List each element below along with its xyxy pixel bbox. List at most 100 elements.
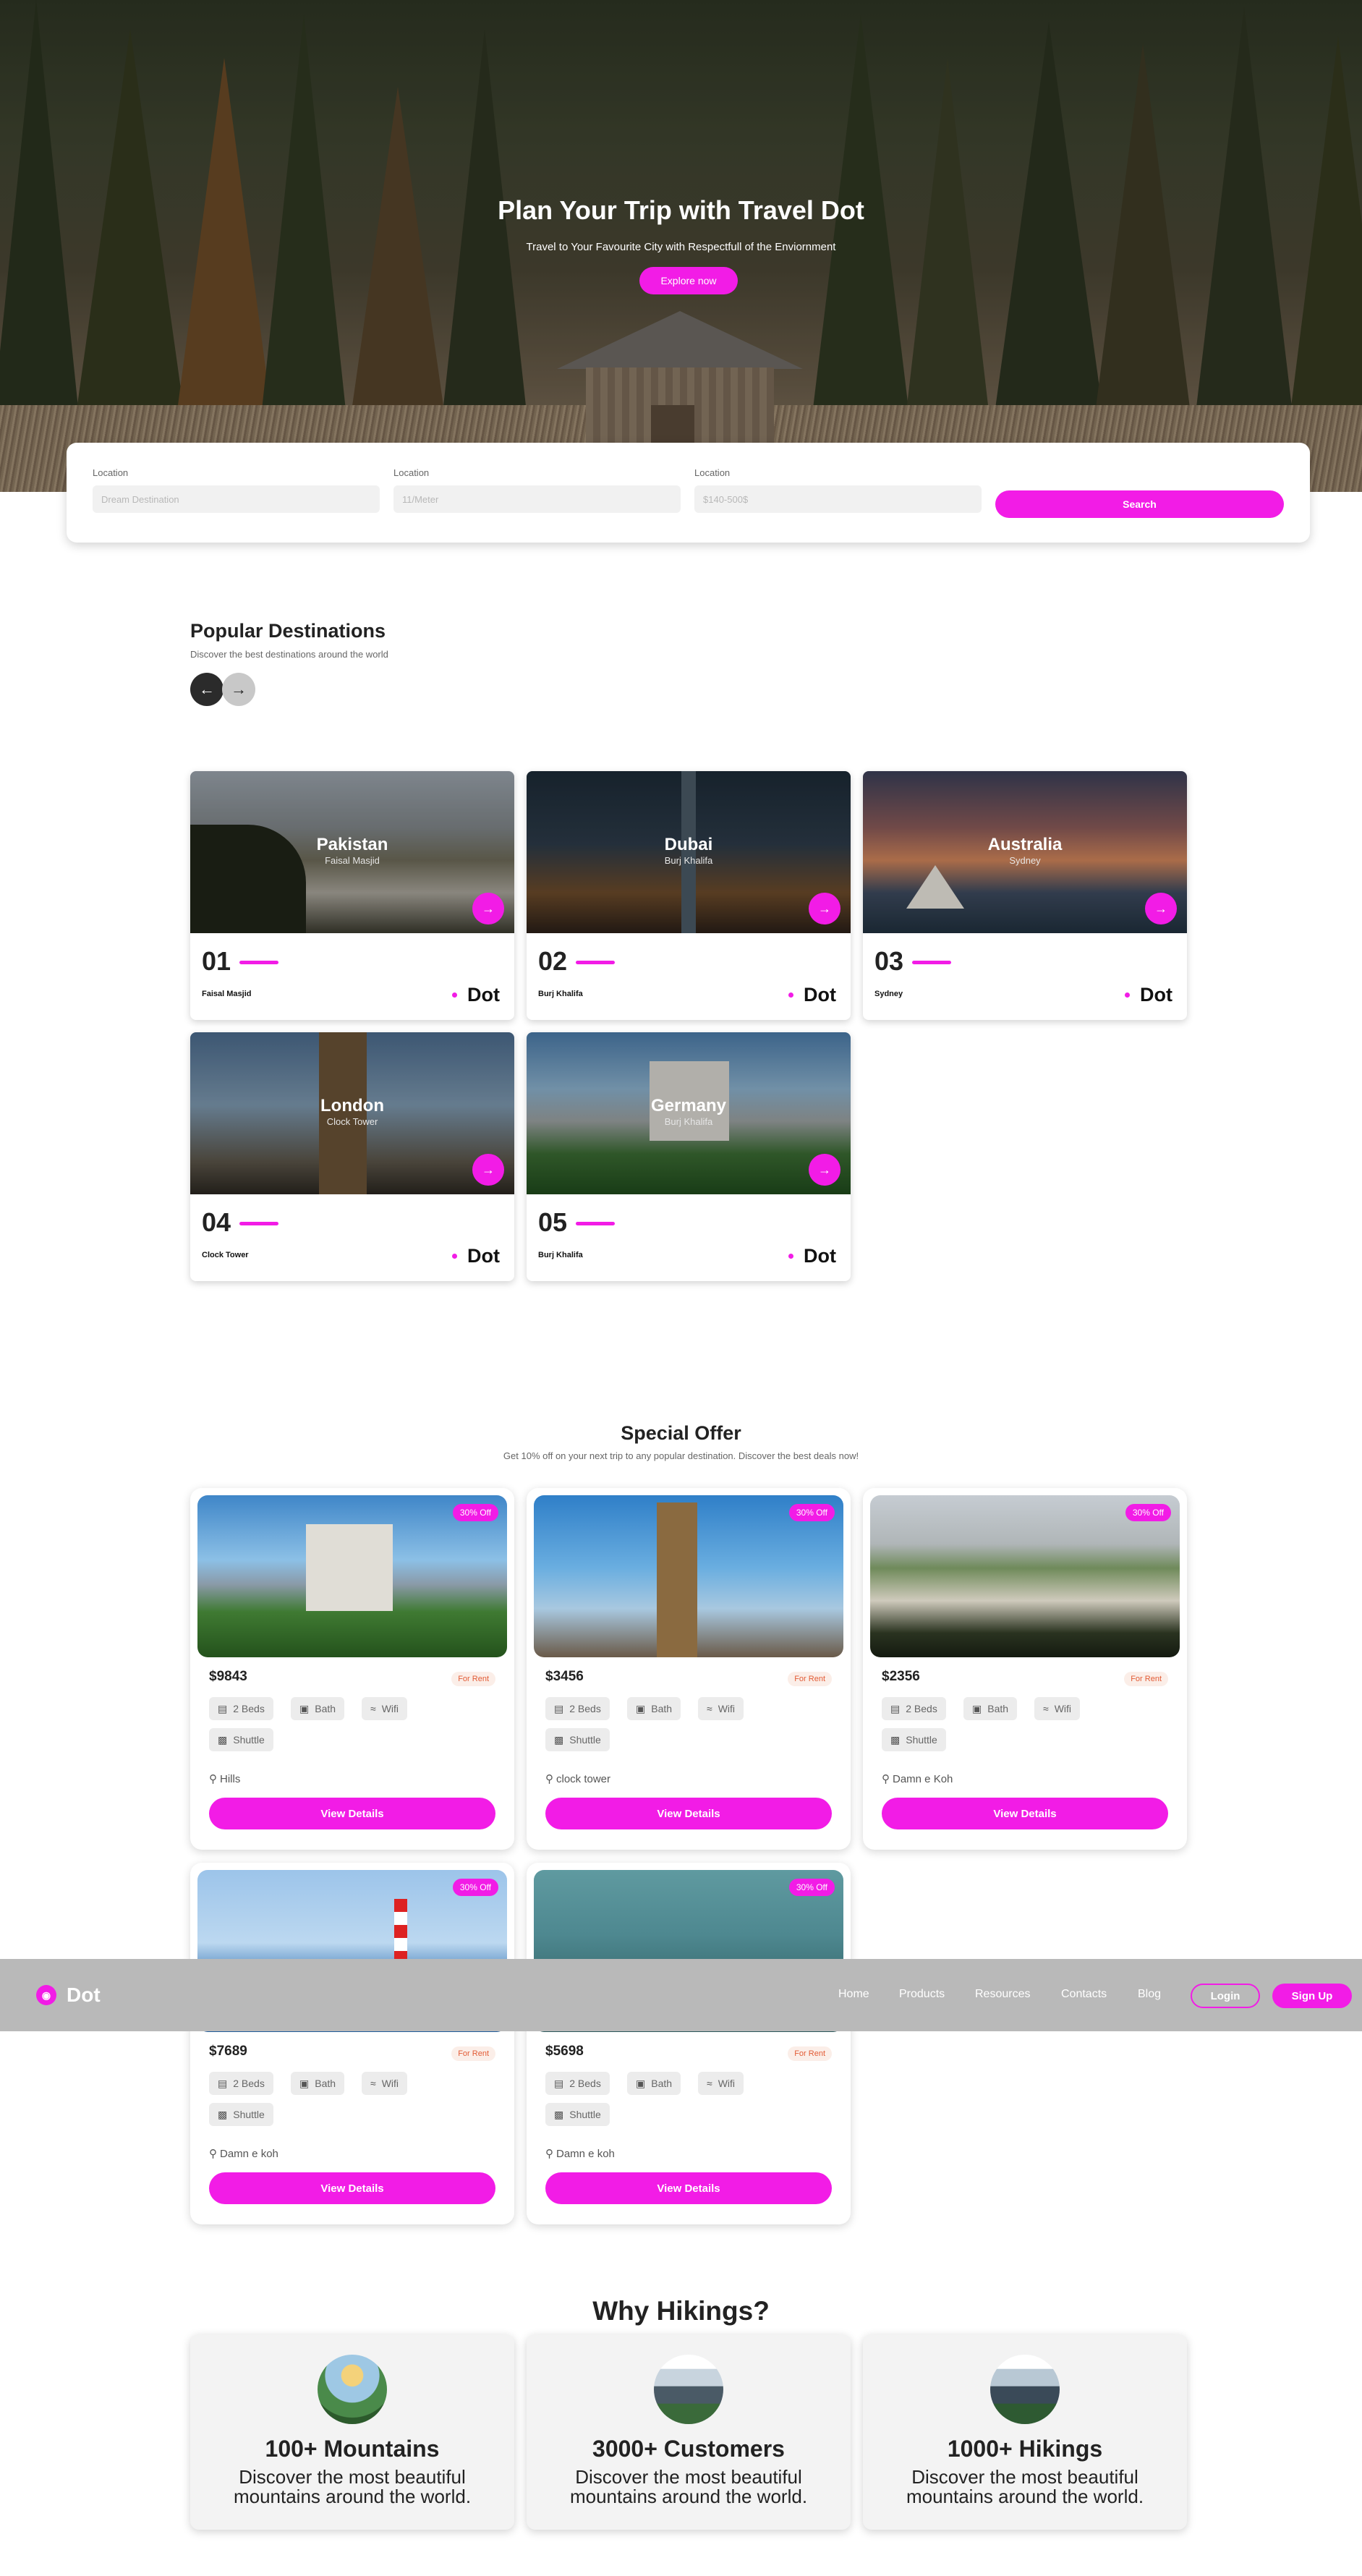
logo-text[interactable]: Dot <box>67 1984 101 2007</box>
explore-now-button[interactable]: Explore now <box>639 267 738 294</box>
offer-price: $7689 <box>209 2044 247 2059</box>
nav-link-resources[interactable]: Resources <box>975 1988 1030 2001</box>
location-label: clock tower <box>556 1772 611 1785</box>
view-details-button[interactable]: View Details <box>209 2172 495 2204</box>
offer-location: ⚲ Hills <box>209 1772 240 1786</box>
popular-destinations-subtitle: Discover the best destinations around th… <box>190 649 388 660</box>
accent-line <box>239 1222 278 1225</box>
view-details-button[interactable]: View Details <box>882 1798 1168 1829</box>
amenity-shuttle: ▩ Shuttle <box>882 1728 946 1751</box>
destination-name: Australia <box>987 835 1063 854</box>
destination-card[interactable]: Dubai Burj Khalifa → 02 Burj Khalifa Dot <box>527 771 851 1020</box>
wifi-icon: ≈ <box>707 1703 712 1714</box>
bus-icon: ▩ <box>554 1733 564 1746</box>
offer-location: ⚲ Damn e koh <box>545 2147 615 2161</box>
bus-icon: ▩ <box>554 2108 564 2120</box>
amenity-label: 2 Beds <box>233 2078 265 2089</box>
amenity-beds: ▤ 2 Beds <box>545 1697 610 1720</box>
location-pin-icon: ⚲ <box>545 2148 553 2160</box>
amenity-label: Wifi <box>718 1703 736 1714</box>
destination-card[interactable]: Germany Burj Khalifa → 05 Burj Khalifa D… <box>527 1032 851 1281</box>
amenity-label: Bath <box>315 2078 336 2089</box>
bed-icon: ▤ <box>218 1702 228 1714</box>
destination-brand: Dot <box>467 984 500 1006</box>
amenity-label: Bath <box>315 1703 336 1714</box>
offer-location: ⚲ clock tower <box>545 1772 611 1786</box>
amenity-bath: ▣ Bath <box>963 1697 1018 1720</box>
nav-link-blog[interactable]: Blog <box>1138 1988 1161 2001</box>
destination-brand: Dot <box>467 1245 500 1267</box>
open-destination-button[interactable]: → <box>809 1154 840 1186</box>
offer-image: 30% Off <box>534 1495 843 1657</box>
view-details-button[interactable]: View Details <box>545 2172 832 2204</box>
offer-card: 30% Off $5698 For Rent ▤ 2 Beds ▣ Bath ≈ Wi… <box>527 1863 851 2224</box>
hero-subtitle: Travel to Your Favourite City with Respe… <box>526 241 836 253</box>
why-hikings-title: Why Hikings? <box>592 2296 770 2326</box>
amenity-beds: ▤ 2 Beds <box>209 1697 273 1720</box>
price-input[interactable] <box>694 485 982 513</box>
amenity-wifi: ≈ Wifi <box>1034 1697 1081 1720</box>
destination-place: Sydney <box>1009 855 1041 866</box>
accent-line <box>576 961 615 964</box>
destination-label: Location <box>93 467 129 478</box>
bus-icon: ▩ <box>218 1733 228 1746</box>
mountain-icon <box>654 2355 723 2424</box>
destination-number: 03 <box>874 946 904 976</box>
bus-icon: ▩ <box>218 2108 228 2120</box>
view-details-button[interactable]: View Details <box>209 1798 495 1829</box>
arrow-right-icon: → <box>231 680 247 698</box>
special-offer-subtitle: Get 10% off on your next trip to any pop… <box>503 1450 859 1461</box>
nav-link-home[interactable]: Home <box>838 1988 869 2001</box>
amenity-shuttle: ▩ Shuttle <box>209 1728 273 1751</box>
why-text: Discover the most beautiful mountains ar… <box>233 2466 472 2508</box>
amenity-label: Wifi <box>381 1703 399 1714</box>
amenity-shuttle: ▩ Shuttle <box>545 2103 610 2126</box>
price-field: Location <box>694 467 982 513</box>
bath-icon: ▣ <box>636 1702 646 1714</box>
amenity-label: Shuttle <box>569 1734 601 1746</box>
offer-image: 30% Off <box>870 1495 1180 1657</box>
view-details-button[interactable]: View Details <box>545 1798 832 1829</box>
open-destination-button[interactable]: → <box>472 1154 504 1186</box>
destination-name: Germany <box>650 1096 727 1115</box>
search-button[interactable]: Search <box>995 490 1284 518</box>
open-destination-button[interactable]: → <box>809 893 840 924</box>
brand-dot <box>788 992 793 998</box>
bath-icon: ▣ <box>299 2077 310 2089</box>
offer-card: 30% Off $9843 For Rent ▤ 2 Beds ▣ Bath ≈ Wi… <box>190 1488 514 1850</box>
mountain-icon <box>318 2355 387 2424</box>
destination-card[interactable]: Australia Sydney → 03 Sydney Dot <box>863 771 1187 1020</box>
open-destination-button[interactable]: → <box>472 893 504 924</box>
login-button[interactable]: Login <box>1191 1984 1260 2008</box>
bath-icon: ▣ <box>636 2077 646 2089</box>
destination-input[interactable] <box>93 485 380 513</box>
signup-button[interactable]: Sign Up <box>1272 1984 1352 2008</box>
nav-link-products[interactable]: Products <box>899 1988 945 2001</box>
price-label: Location <box>694 467 731 478</box>
amenity-label: 2 Beds <box>569 1703 601 1714</box>
bath-icon: ▣ <box>299 1702 310 1714</box>
logo-icon[interactable]: ◉ <box>36 1985 56 2005</box>
arrow-left-icon: ← <box>199 680 215 698</box>
destination-place: Burj Khalifa <box>664 855 713 866</box>
destination-place: Clock Tower <box>326 1116 378 1127</box>
brand-dot <box>788 1254 793 1259</box>
amenity-shuttle: ▩ Shuttle <box>209 2103 273 2126</box>
accent-line <box>912 961 951 964</box>
carousel-prev-button[interactable]: ← <box>190 673 224 706</box>
location-pin-icon: ⚲ <box>209 2148 217 2160</box>
carousel-next-button[interactable]: → <box>222 673 255 706</box>
destination-card[interactable]: London Clock Tower → 04 Clock Tower Dot <box>190 1032 514 1281</box>
nav-link-contacts[interactable]: Contacts <box>1061 1988 1107 2001</box>
destination-card[interactable]: Pakistan Faisal Masjid → 01 Faisal Masji… <box>190 771 514 1020</box>
destination-number: 01 <box>202 946 231 976</box>
offer-card: 30% Off $7689 For Rent ▤ 2 Beds ▣ Bath ≈ Wi… <box>190 1863 514 2224</box>
location-pin-icon: ⚲ <box>882 1773 890 1785</box>
open-destination-button[interactable]: → <box>1145 893 1177 924</box>
offer-price: $5698 <box>545 2044 584 2059</box>
why-heading: 100+ Mountains <box>265 2436 440 2462</box>
amenity-label: Shuttle <box>906 1734 937 1746</box>
discount-badge: 30% Off <box>452 1504 498 1521</box>
bed-icon: ▤ <box>218 2077 228 2089</box>
distance-input[interactable] <box>393 485 681 513</box>
